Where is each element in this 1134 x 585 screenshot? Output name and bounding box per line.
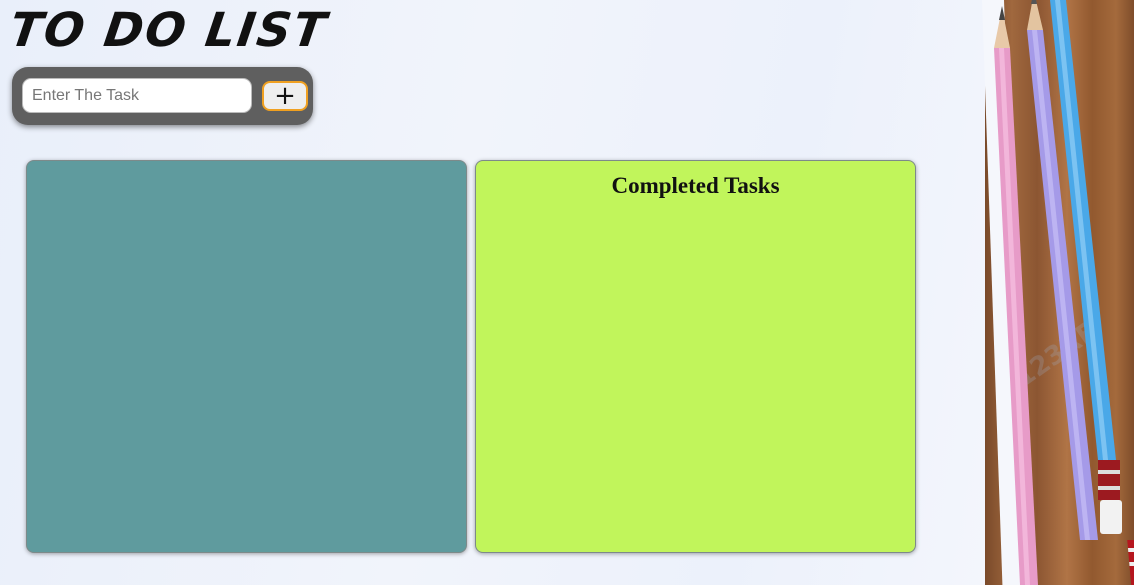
task-input-bar: + xyxy=(12,67,313,125)
completed-tasks-heading: Completed Tasks xyxy=(611,173,780,198)
add-task-button[interactable]: + xyxy=(262,81,308,111)
page-title: TO DO LIST xyxy=(6,3,331,58)
pencils-image xyxy=(994,0,1134,585)
pink-pencil-icon xyxy=(994,6,1038,585)
pending-tasks-panel xyxy=(26,160,467,553)
completed-tasks-panel: Completed Tasks xyxy=(475,160,916,553)
task-input[interactable] xyxy=(22,78,252,113)
